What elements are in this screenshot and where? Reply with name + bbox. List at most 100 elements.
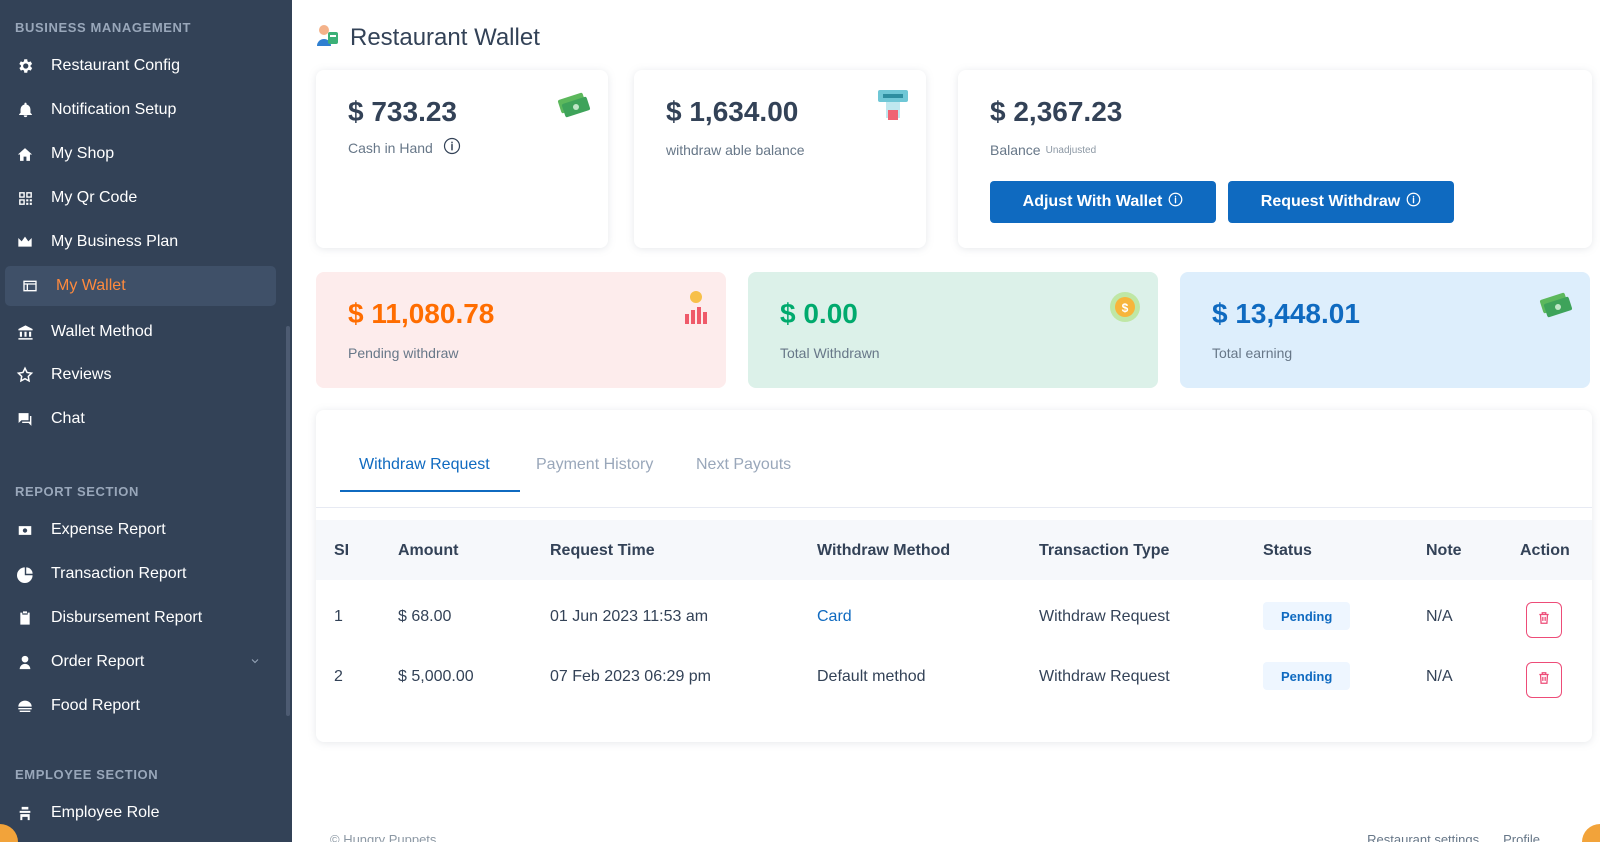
total-withdrawn-label: Total Withdrawn [780, 345, 880, 361]
withdrawable-balance-card: $ 1,634.00 withdraw able balance [634, 70, 926, 248]
qr-code-icon [14, 187, 36, 209]
cash-in-hand-card: $ 733.23 Cash in Hand [316, 70, 608, 248]
withdrawable-label: withdraw able balance [666, 142, 805, 158]
bar-chart-coin-icon [682, 290, 710, 331]
sidebar-item-label: Transaction Report [51, 565, 187, 582]
sidebar-item-food-report[interactable]: Food Report [5, 686, 276, 726]
cash-in-hand-amount: $ 733.23 [348, 96, 457, 127]
svg-text:$: $ [1122, 301, 1129, 315]
adjust-with-wallet-button[interactable]: Adjust With Wallet [990, 181, 1216, 223]
cell-note: N/A [1426, 668, 1453, 685]
sidebar-item-disbursement-report[interactable]: Disbursement Report [5, 598, 276, 638]
total-earning-card: $ 13,448.01 Total earning [1180, 272, 1590, 388]
sidebar-scrollbar[interactable] [286, 326, 290, 716]
star-icon [14, 364, 36, 386]
status-badge: Pending [1263, 662, 1351, 690]
sidebar-item-expense-report[interactable]: Expense Report [5, 510, 276, 550]
main-content: Restaurant Wallet $ 733.23 Cash in Hand … [292, 0, 1600, 842]
total-withdrawn-amount: $ 0.00 [780, 298, 858, 329]
table-header: SI Amount Request Time Withdraw Method T… [316, 520, 1592, 580]
adjust-with-wallet-label: Adjust With Wallet [1022, 193, 1163, 210]
bell-icon [14, 99, 36, 121]
tab-next-payouts[interactable]: Next Payouts [696, 456, 791, 474]
sidebar-item-label: Expense Report [51, 521, 166, 538]
cell-request-time: 01 Jun 2023 11:53 am [550, 608, 709, 625]
cell-note: N/A [1426, 608, 1453, 625]
sidebar-item-my-wallet[interactable]: My Wallet [5, 266, 276, 306]
user-icon [14, 651, 36, 673]
cell-request-time: 07 Feb 2023 06:29 pm [550, 668, 712, 685]
trash-icon [1537, 610, 1551, 631]
crown-icon [14, 231, 36, 253]
sidebar-item-employee-role[interactable]: Employee Role [5, 793, 276, 833]
info-icon[interactable] [443, 137, 461, 158]
cell-sl: 2 [334, 668, 343, 685]
cell-amount: $ 68.00 [398, 608, 452, 625]
cell-withdraw-method: Default method [817, 668, 926, 685]
column-header-amount: Amount [398, 542, 459, 559]
sidebar-item-reviews[interactable]: Reviews [5, 355, 276, 395]
sidebar-item-label: My Business Plan [51, 233, 179, 250]
cell-transaction-type: Withdraw Request [1039, 608, 1170, 625]
restaurant-owner-icon [314, 22, 340, 53]
footer-link-profile[interactable]: Profile [1503, 832, 1540, 842]
tab-bar: Withdraw Request Payment History Next Pa… [316, 410, 1592, 508]
chat-icon [14, 408, 36, 430]
section-title-business: BUSINESS MANAGEMENT [15, 20, 192, 35]
cell-sl: 1 [334, 608, 343, 625]
home-icon [14, 143, 36, 165]
sidebar-item-label: My Shop [51, 145, 115, 162]
cash-icon [1538, 290, 1574, 325]
footer-link-restaurant-settings[interactable]: Restaurant settings [1367, 832, 1479, 842]
cash-icon [556, 90, 592, 125]
pending-withdraw-amount: $ 11,080.78 [348, 298, 495, 329]
sidebar-item-chat[interactable]: Chat [5, 399, 276, 439]
sidebar-item-label: Reviews [51, 366, 112, 383]
footer-links: Restaurant settings Profile [1367, 832, 1540, 842]
sidebar-item-transaction-report[interactable]: Transaction Report [5, 554, 276, 594]
column-header-sl: SI [334, 542, 350, 559]
total-withdrawn-card: $ 0.00 Total Withdrawn $ [748, 272, 1158, 388]
pending-withdraw-card: $ 11,080.78 Pending withdraw [316, 272, 726, 388]
sidebar-item-label: My Qr Code [51, 189, 138, 206]
sidebar-item-label: Food Report [51, 697, 140, 714]
balance-sublabel: Unadjusted [1045, 144, 1097, 156]
tab-payment-history[interactable]: Payment History [536, 456, 653, 474]
column-header-request-time: Request Time [550, 542, 655, 559]
request-withdraw-button[interactable]: Request Withdraw [1228, 181, 1454, 223]
delete-button[interactable] [1526, 662, 1562, 698]
sidebar-item-restaurant-config[interactable]: Restaurant Config [5, 46, 276, 86]
delete-button[interactable] [1526, 602, 1562, 638]
withdrawable-amount: $ 1,634.00 [666, 96, 799, 127]
sidebar-item-order-report[interactable]: Order Report [5, 642, 276, 682]
chevron-down-icon [249, 654, 261, 672]
column-header-withdraw-method: Withdraw Method [817, 542, 951, 559]
sidebar-item-my-shop[interactable]: My Shop [5, 134, 276, 174]
clipboard-icon [14, 607, 36, 629]
sidebar-item-notification-setup[interactable]: Notification Setup [5, 90, 276, 130]
money-icon [14, 519, 36, 541]
sidebar-item-label: Employee Role [51, 804, 160, 821]
column-header-action: Action [1520, 542, 1570, 559]
cell-withdraw-method-link[interactable]: Card [817, 608, 852, 626]
pending-withdraw-label: Pending withdraw [348, 345, 459, 361]
cell-amount: $ 5,000.00 [398, 668, 474, 685]
section-title-employee: EMPLOYEE SECTION [15, 767, 159, 782]
sidebar-item-my-business-plan[interactable]: My Business Plan [5, 222, 276, 262]
balance-card: $ 2,367.23 Balance Unadjusted Adjust Wit… [958, 70, 1592, 248]
gear-icon [14, 55, 36, 77]
sidebar-item-wallet-method[interactable]: Wallet Method [5, 312, 276, 352]
total-earning-label: Total earning [1212, 345, 1293, 361]
page-header: Restaurant Wallet [314, 22, 540, 53]
wallet-icon [19, 275, 41, 297]
balance-amount: $ 2,367.23 [990, 96, 1123, 127]
bank-icon [14, 321, 36, 343]
column-header-status: Status [1263, 542, 1312, 559]
trash-icon [1537, 670, 1551, 691]
table-row: 1 $ 68.00 01 Jun 2023 11:53 am Card With… [316, 586, 1592, 646]
sidebar-item-label: My Wallet [56, 277, 126, 294]
cash-in-hand-label: Cash in Hand [348, 139, 433, 156]
sidebar-item-my-qr-code[interactable]: My Qr Code [5, 178, 276, 218]
column-header-note: Note [1426, 542, 1462, 559]
tab-withdraw-request[interactable]: Withdraw Request [359, 456, 490, 474]
